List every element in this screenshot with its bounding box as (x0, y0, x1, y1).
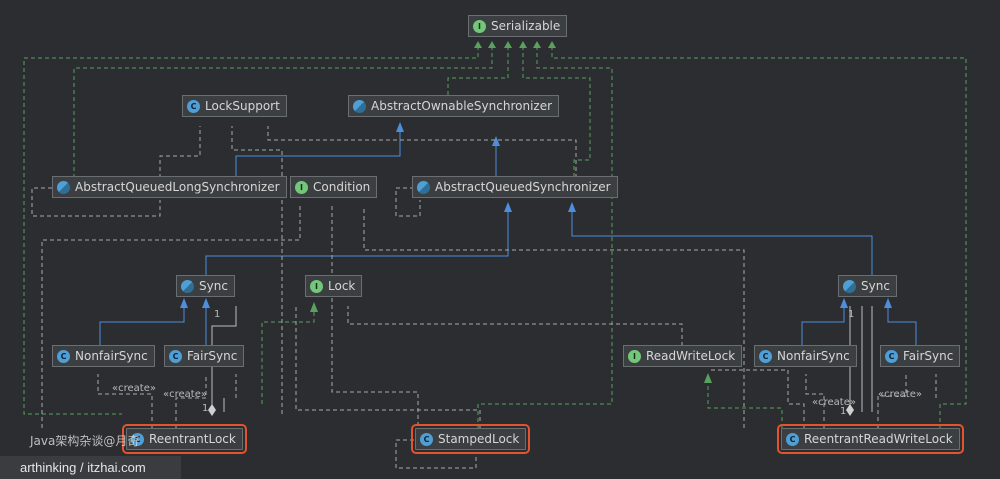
abstract-class-icon (57, 180, 70, 194)
multiplicity-label: 1 (840, 406, 847, 417)
lock-arrowhead (310, 302, 318, 312)
interface-icon: I (295, 180, 308, 194)
node-label: AbstractQueuedSynchronizer (435, 180, 611, 194)
class-icon: C (169, 349, 182, 363)
node-label: Serializable (491, 19, 561, 33)
abstract-class-icon (843, 279, 856, 293)
lock-interface[interactable]: I Lock (305, 275, 363, 297)
fair-sync-left-class[interactable]: C FairSync (164, 345, 245, 367)
footer-credit: arthinking / itzhai.com (0, 456, 181, 479)
node-label: NonfairSync (75, 349, 148, 363)
node-label: Sync (861, 279, 890, 293)
abstract-queued-synchronizer-class[interactable]: AbstractQueuedSynchronizer (412, 176, 618, 198)
class-icon: C (759, 349, 772, 363)
node-label: ReentrantLock (149, 432, 236, 446)
node-label: ReadWriteLock (646, 349, 736, 363)
read-write-lock-interface[interactable]: I ReadWriteLock (623, 345, 743, 367)
node-label: AbstractOwnableSynchronizer (371, 99, 553, 113)
class-icon: C (57, 349, 70, 363)
create-label: «create» (812, 397, 856, 408)
abstract-ownable-synchronizer-class[interactable]: AbstractOwnableSynchronizer (348, 95, 560, 117)
node-label: ReentrantReadWriteLock (804, 432, 953, 446)
node-label: FairSync (903, 349, 954, 363)
create-label: «create» (163, 389, 207, 400)
nonfair-sync-left-class[interactable]: C NonfairSync (52, 345, 155, 367)
class-icon: C (420, 432, 433, 446)
reentrant-lock-class[interactable]: C ReentrantLock (122, 424, 247, 454)
nonfair-sync-right-class[interactable]: C NonfairSync (754, 345, 857, 367)
aggregation-diamonds (208, 404, 854, 416)
class-icon: C (885, 349, 898, 363)
watermark: Java架构杂谈@月奇 (30, 434, 140, 448)
interface-icon: I (310, 279, 323, 293)
node-label: Condition (313, 180, 371, 194)
sync-left-class[interactable]: Sync (176, 275, 235, 297)
abstract-class-icon (181, 279, 194, 293)
abstract-queued-long-synchronizer-class[interactable]: AbstractQueuedLongSynchronizer (52, 176, 287, 198)
stamped-lock-class[interactable]: C StampedLock (410, 424, 531, 454)
class-icon: C (187, 99, 200, 113)
multiplicity-label: 1 (214, 309, 221, 320)
node-label: AbstractQueuedLongSynchronizer (75, 180, 280, 194)
node-label: FairSync (187, 349, 238, 363)
multiplicity-label: 1 (848, 309, 855, 320)
inheritance-lines (99, 126, 917, 346)
serializable-interface[interactable]: I Serializable (468, 15, 568, 37)
class-icon: C (786, 432, 799, 446)
serializable-arrowheads (474, 41, 556, 48)
node-label: Sync (199, 279, 228, 293)
footer-text: arthinking / itzhai.com (20, 460, 146, 475)
interface-icon: I (628, 349, 641, 363)
abstract-class-icon (417, 180, 430, 194)
create-label: «create» (878, 389, 922, 400)
node-label: Lock (328, 279, 356, 293)
multiplicity-label: 1 (202, 403, 209, 414)
abstract-class-icon (353, 99, 366, 113)
lock-support-class[interactable]: C LockSupport (182, 95, 287, 117)
reentrant-read-write-lock-class[interactable]: C ReentrantReadWriteLock (777, 424, 964, 454)
node-label: LockSupport (205, 99, 280, 113)
condition-interface[interactable]: I Condition (290, 176, 378, 198)
sync-right-class[interactable]: Sync (838, 275, 897, 297)
node-label: NonfairSync (777, 349, 850, 363)
create-label: «create» (112, 383, 156, 394)
fair-sync-right-class[interactable]: C FairSync (880, 345, 961, 367)
node-label: StampedLock (438, 432, 520, 446)
inheritance-arrowheads (180, 122, 892, 308)
interface-icon: I (473, 19, 486, 33)
read-write-lock-arrowhead (704, 373, 712, 383)
